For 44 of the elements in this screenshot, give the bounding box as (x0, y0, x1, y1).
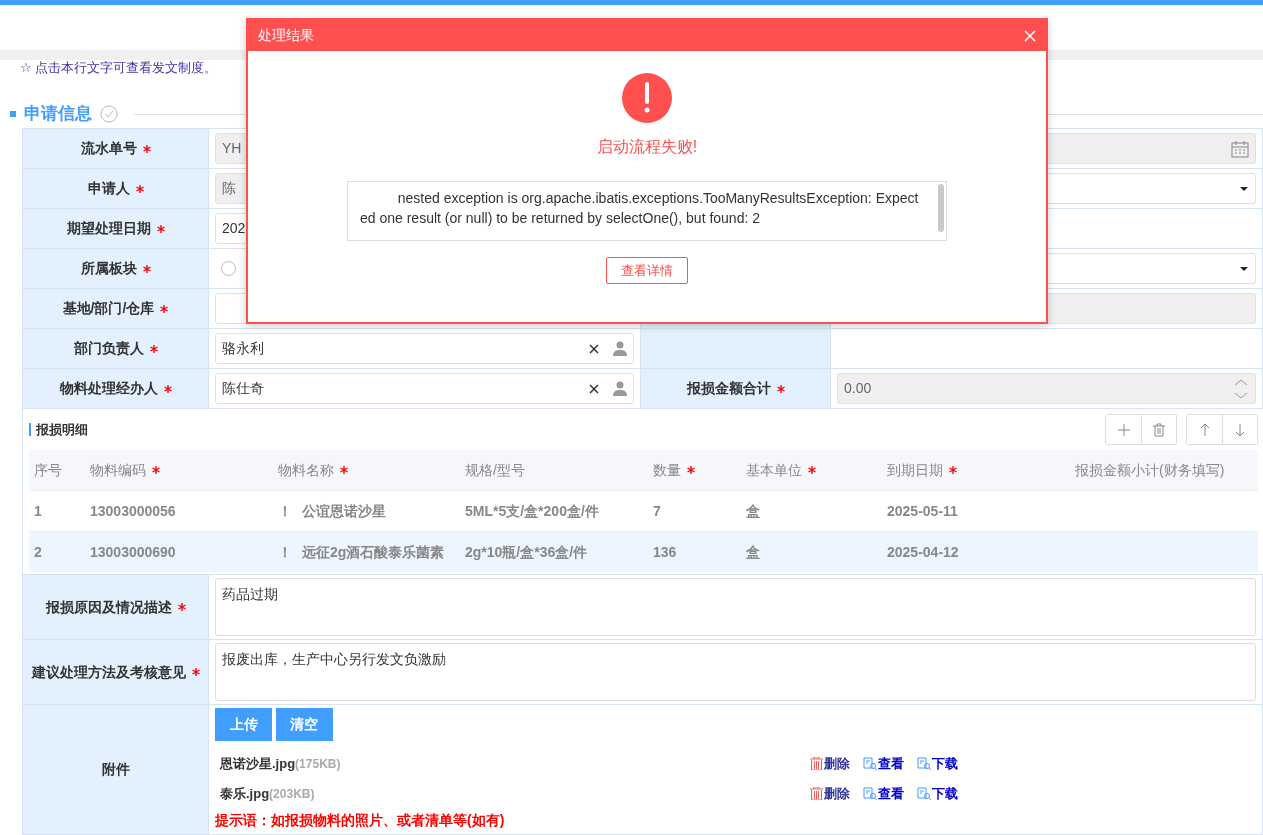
section-title: 报损明细 (29, 423, 88, 436)
table-cell-text: 136 (653, 542, 677, 562)
field-label: 部门负责人 (73, 339, 144, 358)
file-name: 恩诺沙星.jpg (220, 756, 296, 771)
field-label: 所属板块 (80, 259, 137, 278)
field-label: 流水单号 (80, 139, 137, 158)
file-size: (175KB) (295, 757, 341, 771)
column-header: 物料编码 (90, 460, 146, 480)
field-label: 报损金额合计 (686, 379, 771, 398)
column-header: 数量 (653, 460, 681, 480)
table-cell-text: 1 (34, 501, 42, 521)
field-label: 物料处理经办人 (59, 379, 158, 398)
table-cell-text: 盒 (746, 501, 760, 521)
table-cell-text: 5ML*5支/盒*200盒/件 (465, 501, 599, 521)
field-label: 期望处理日期 (66, 219, 151, 238)
field-label: 申请人 (87, 179, 130, 198)
warning-icon: ！ (278, 500, 292, 522)
table-cell-text: 公谊恩诺沙星 (302, 501, 386, 521)
field-label: 附件 (101, 760, 130, 779)
table-cell-text: 13003000056 (90, 501, 176, 521)
table-cell-text: 7 (653, 501, 661, 521)
table-cell-text: 盒 (746, 542, 760, 562)
table-cell-text: 2g*10瓶/盒*36盒/件 (465, 542, 588, 562)
section-title: 申请信息 (24, 103, 92, 126)
hint-text: 提示语：如报损物料的照片、或者清单等(如有) (215, 811, 506, 830)
table-cell-text: 远征2g酒石酸泰乐菌素 (302, 542, 445, 562)
table-cell-text: 2025-05-11 (887, 501, 958, 521)
table-cell-text: 2025-04-12 (887, 542, 959, 562)
field-label: 基地/部门/仓库 (62, 299, 155, 318)
file-size: (203KB) (269, 786, 315, 801)
field-label: 报损原因及情况描述 (45, 597, 172, 617)
column-header: 序号 (34, 460, 62, 480)
error-message: 启动流程失败! (596, 137, 698, 157)
table-cell-text: 2 (34, 542, 42, 562)
warning-icon: ！ (278, 541, 292, 563)
table-cell-text: 13003000690 (90, 542, 176, 562)
dialog-title: 处理结果 (258, 26, 314, 45)
column-header: 基本单位 (746, 460, 802, 480)
column-header: 规格/型号 (465, 460, 525, 480)
column-header: 物料名称 (278, 460, 334, 480)
file-name: 泰乐.jpg (220, 785, 270, 801)
column-header: 报损金额小计(财务填写) (1075, 460, 1225, 480)
column-header: 到期日期 (887, 460, 943, 480)
field-label: 建议处理方法及考核意见 (31, 662, 186, 682)
